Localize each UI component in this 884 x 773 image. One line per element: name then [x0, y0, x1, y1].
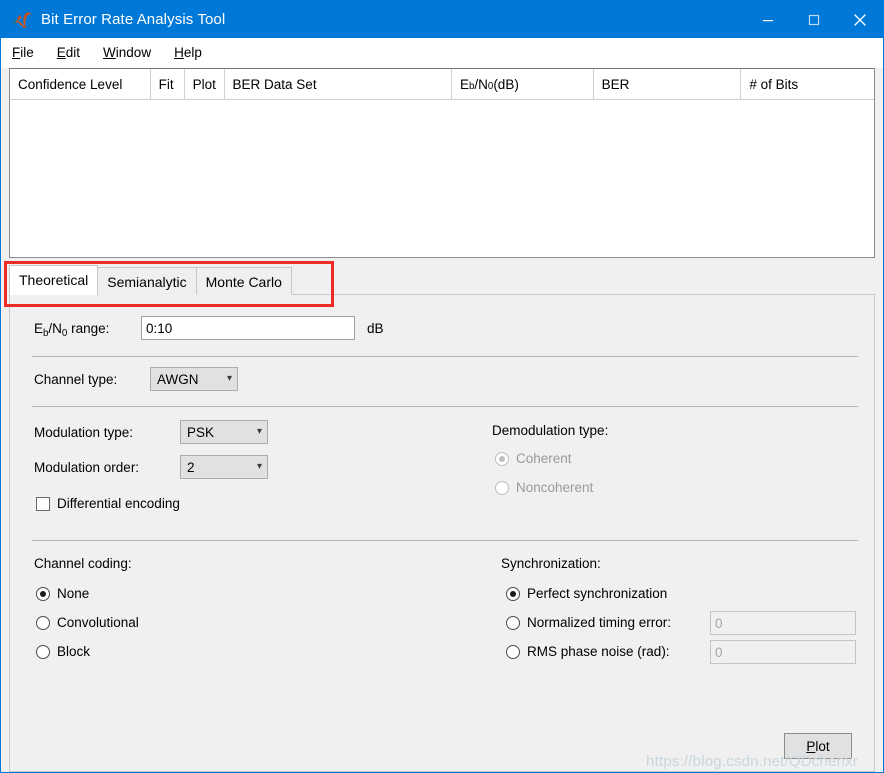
channel-coding-option-convolutional[interactable]: Convolutional	[36, 615, 139, 630]
chevron-down-icon: ▾	[256, 426, 262, 437]
column-header-fit[interactable]: Fit	[150, 69, 185, 99]
title-bar: Bit Error Rate Analysis Tool	[1, 1, 883, 38]
chevron-down-icon: ▾	[226, 373, 232, 384]
menu-label: ile	[20, 45, 34, 60]
modulation-order-select[interactable]: 2 ▾	[180, 455, 268, 479]
column-header-num-bits[interactable]: # of Bits	[741, 69, 874, 99]
ebno-range-label: Eb/N0 range:	[34, 321, 110, 339]
ebno-unit-label: dB	[367, 321, 384, 336]
channel-coding-option-block[interactable]: Block	[36, 644, 90, 659]
column-header-confidence-level[interactable]: Confidence Level	[10, 69, 151, 99]
sync-option-timing-error[interactable]: Normalized timing error:	[506, 615, 671, 630]
tab-theoretical[interactable]: Theoretical	[9, 265, 99, 295]
menu-item-edit[interactable]: Edit	[55, 43, 91, 62]
column-header-ber-data-set[interactable]: BER Data Set	[224, 69, 452, 99]
window-title: Bit Error Rate Analysis Tool	[41, 11, 226, 28]
radio-icon	[506, 586, 520, 601]
plot-button-label: lot	[815, 738, 830, 754]
table-body[interactable]	[10, 100, 874, 257]
sync-option-phase-noise[interactable]: RMS phase noise (rad):	[506, 644, 670, 659]
bertool-window: Bit Error Rate Analysis Tool File Edit W…	[0, 0, 884, 773]
demodulation-coherent-label: Coherent	[516, 451, 572, 466]
channel-coding-none-label: None	[57, 586, 90, 601]
menu-label: indow	[115, 45, 152, 60]
plot-button[interactable]: Plot	[784, 733, 852, 759]
modulation-type-label: Modulation type:	[34, 425, 134, 440]
menu-mnemonic: W	[103, 45, 116, 60]
minimize-button[interactable]	[745, 1, 791, 38]
menu-mnemonic: H	[174, 45, 184, 60]
tab-monte-carlo[interactable]: Monte Carlo	[195, 267, 292, 295]
channel-type-select[interactable]: AWGN ▾	[150, 367, 238, 391]
modulation-type-select[interactable]: PSK ▾	[180, 420, 268, 444]
menu-mnemonic: E	[56, 45, 66, 60]
channel-coding-block-label: Block	[57, 644, 91, 659]
close-icon	[854, 13, 866, 26]
menu-bar: File Edit Window Help	[1, 38, 883, 68]
ber-data-table: Confidence Level Fit Plot BER Data Set E…	[9, 68, 875, 258]
demodulation-noncoherent-label: Noncoherent	[516, 480, 594, 495]
menu-item-window[interactable]: Window	[101, 43, 162, 62]
sync-phase-noise-label: RMS phase noise (rad):	[527, 644, 670, 659]
tab-area: Theoretical Semianalytic Monte Carlo	[1, 261, 883, 307]
minimize-icon	[763, 19, 773, 21]
column-header-ebno-db[interactable]: Eb/N 0 (dB)	[451, 69, 594, 99]
modulation-type-value: PSK	[187, 424, 215, 440]
modulation-order-value: 2	[187, 459, 195, 475]
tab-strip: Theoretical Semianalytic Monte Carlo	[9, 265, 292, 295]
theoretical-tab-panel: Eb/N0 range: dB Channel type: AWGN ▾ Mod…	[9, 295, 875, 772]
maximize-button[interactable]	[791, 1, 837, 38]
plot-button-mnemonic: P	[806, 738, 816, 754]
maximize-icon	[808, 14, 820, 25]
sync-perfect-label: Perfect synchronization	[527, 586, 668, 601]
differential-encoding-checkbox[interactable]: Differential encoding	[36, 496, 180, 511]
radio-icon	[36, 615, 50, 630]
sync-timing-error-label: Normalized timing error:	[527, 615, 672, 630]
radio-icon	[36, 644, 50, 659]
column-header-plot[interactable]: Plot	[184, 69, 225, 99]
menu-mnemonic: F	[12, 45, 21, 60]
column-header-ber[interactable]: BER	[593, 69, 742, 99]
channel-coding-convolutional-label: Convolutional	[57, 615, 139, 630]
menu-item-help[interactable]: Help	[172, 43, 213, 62]
radio-icon	[506, 615, 520, 630]
radio-icon	[36, 586, 50, 601]
channel-type-value: AWGN	[157, 371, 199, 387]
separator-3	[32, 540, 858, 541]
sync-phase-noise-input[interactable]	[710, 640, 856, 664]
checkbox-icon	[36, 496, 50, 511]
radio-icon	[495, 451, 509, 466]
sync-timing-error-input[interactable]	[710, 611, 856, 635]
chevron-down-icon: ▾	[256, 461, 262, 472]
synchronization-label: Synchronization:	[501, 556, 601, 571]
separator-1	[32, 356, 858, 357]
matlab-membrane-icon	[11, 11, 33, 28]
sync-option-perfect[interactable]: Perfect synchronization	[506, 586, 667, 601]
channel-type-label: Channel type:	[34, 372, 118, 387]
menu-item-file[interactable]: File	[10, 43, 45, 62]
window-controls	[745, 1, 883, 38]
modulation-order-label: Modulation order:	[34, 460, 140, 475]
demodulation-option-coherent: Coherent	[495, 451, 572, 466]
demodulation-option-noncoherent: Noncoherent	[495, 480, 593, 495]
close-button[interactable]	[837, 1, 883, 38]
radio-icon	[495, 480, 509, 495]
tab-semianalytic[interactable]: Semianalytic	[97, 267, 197, 295]
menu-label: elp	[183, 45, 202, 60]
separator-2	[32, 406, 858, 407]
ebno-range-input[interactable]	[141, 316, 355, 340]
differential-encoding-label: Differential encoding	[57, 496, 180, 511]
menu-label: dit	[65, 45, 81, 60]
radio-icon	[506, 644, 520, 659]
channel-coding-option-none[interactable]: None	[36, 586, 89, 601]
table-header-row: Confidence Level Fit Plot BER Data Set E…	[10, 69, 874, 100]
demodulation-type-label: Demodulation type:	[492, 423, 609, 438]
channel-coding-label: Channel coding:	[34, 556, 132, 571]
